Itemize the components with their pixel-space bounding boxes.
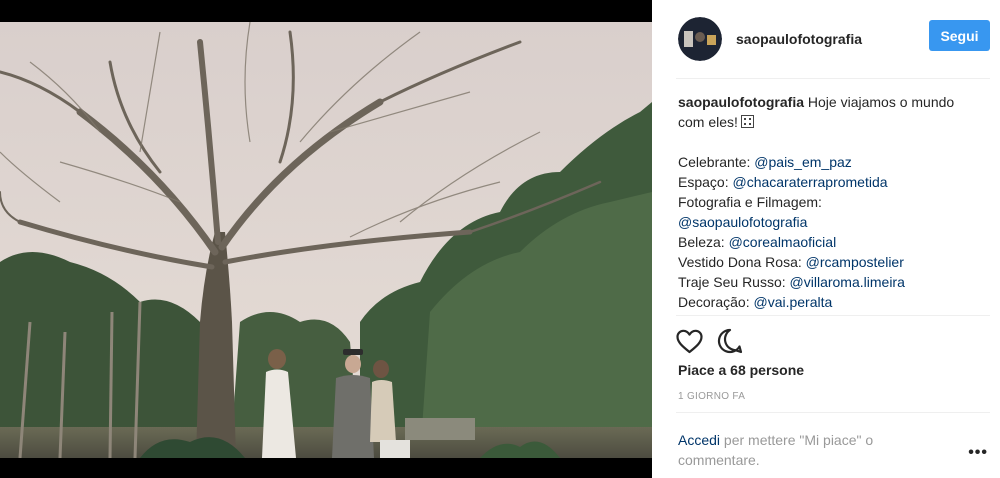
credit-link[interactable]: @pais_em_paz bbox=[754, 154, 852, 170]
credit-link[interactable]: @villaroma.limeira bbox=[790, 274, 905, 290]
credit-line: Decoração: @vai.peralta bbox=[678, 294, 833, 310]
comment-icon[interactable] bbox=[717, 328, 743, 354]
credit-link[interactable]: @chacaraterraprometida bbox=[732, 174, 887, 190]
heart-icon[interactable] bbox=[676, 329, 703, 354]
credit-line: Fotografia e Filmagem: @saopaulofotografi… bbox=[678, 194, 822, 230]
credit-link[interactable]: @rcampostelier bbox=[806, 254, 904, 270]
more-options-icon[interactable]: ••• bbox=[968, 444, 988, 462]
credit-link[interactable]: @saopaulofotografia bbox=[678, 214, 807, 230]
footer-divider bbox=[676, 412, 990, 413]
post-sidebar: saopaulofotografia Segui saopaulofotogra… bbox=[652, 0, 1000, 478]
post-photo[interactable] bbox=[0, 22, 652, 458]
caption-divider bbox=[676, 315, 990, 316]
login-prompt: Accedi per mettere "Mi piace" o commenta… bbox=[678, 430, 918, 470]
credit-line: Vestido Dona Rosa: @rcampostelier bbox=[678, 254, 904, 270]
post-media bbox=[0, 0, 652, 478]
post-timestamp[interactable]: 1 giorno fa bbox=[678, 391, 745, 402]
caption-author[interactable]: saopaulofotografia bbox=[678, 94, 804, 110]
avatar[interactable] bbox=[678, 17, 722, 61]
header-divider bbox=[676, 78, 990, 79]
follow-button[interactable]: Segui bbox=[929, 20, 990, 51]
post-caption: saopaulofotografia Hoje viajamos o mundo… bbox=[678, 92, 978, 312]
header-username[interactable]: saopaulofotografia bbox=[736, 31, 862, 47]
credit-line: Beleza: @corealmaoficial bbox=[678, 234, 837, 250]
film-frames-icon bbox=[740, 115, 754, 128]
login-link[interactable]: Accedi bbox=[678, 432, 720, 448]
post-actions bbox=[676, 326, 757, 356]
credit-line: Celebrante: @pais_em_paz bbox=[678, 154, 852, 170]
credit-line: Espaço: @chacaraterraprometida bbox=[678, 174, 888, 190]
instagram-post: saopaulofotografia Segui saopaulofotogra… bbox=[0, 0, 1000, 478]
credit-link[interactable]: @corealmaoficial bbox=[729, 234, 837, 250]
credit-line: Traje Seu Russo: @villaroma.limeira bbox=[678, 274, 905, 290]
likes-count[interactable]: Piace a 68 persone bbox=[678, 362, 804, 378]
credit-link[interactable]: @vai.peralta bbox=[753, 294, 832, 310]
